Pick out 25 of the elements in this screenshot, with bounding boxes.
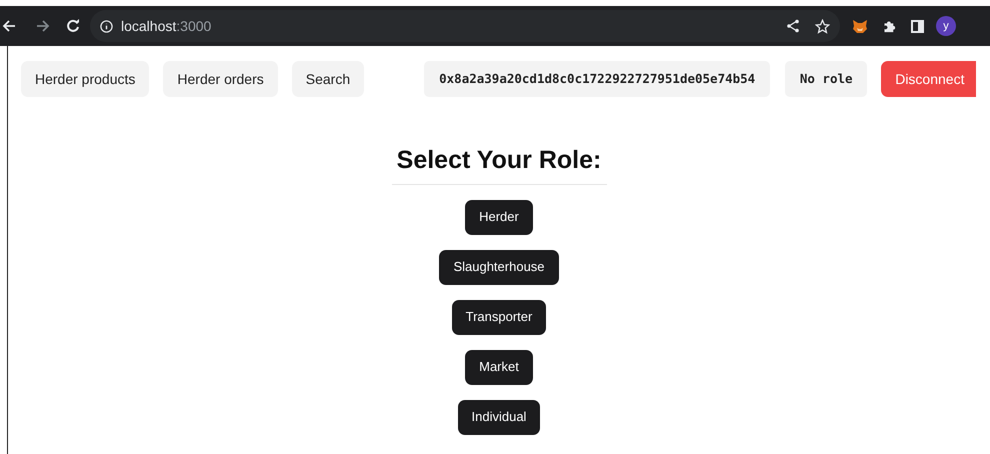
fox-icon[interactable]: [852, 18, 868, 34]
reload-icon[interactable]: [66, 19, 80, 33]
forward-icon[interactable]: [36, 19, 50, 33]
role-button[interactable]: Market: [465, 350, 533, 384]
page-heading: Select Your Role:: [392, 142, 606, 184]
url-port: :3000: [176, 16, 212, 36]
nav-button[interactable]: Search: [292, 61, 364, 97]
nav-button[interactable]: Herder products: [21, 61, 150, 97]
disconnect-button[interactable]: Disconnect: [881, 61, 976, 97]
address-bar[interactable]: localhost:3000: [90, 10, 840, 42]
back-icon[interactable]: [2, 19, 16, 33]
nav-button[interactable]: Herder orders: [163, 61, 278, 97]
profile-avatar[interactable]: y: [936, 16, 956, 36]
role-button[interactable]: Transporter: [452, 300, 546, 334]
side-panel-icon[interactable]: [911, 20, 924, 32]
info-icon[interactable]: [100, 20, 113, 32]
url-host: localhost: [121, 16, 176, 36]
role-button[interactable]: Herder: [465, 200, 533, 234]
role-button[interactable]: Slaughterhouse: [439, 250, 559, 284]
share-icon[interactable]: [786, 19, 800, 33]
wallet-address: 0x8a2a39a20cd1d8c0c1722922727951de05e74b54: [424, 61, 770, 97]
role-button[interactable]: Individual: [458, 400, 540, 434]
puzzle-icon[interactable]: [882, 18, 897, 34]
role-label: No role: [785, 61, 868, 97]
star-icon[interactable]: [815, 18, 830, 34]
